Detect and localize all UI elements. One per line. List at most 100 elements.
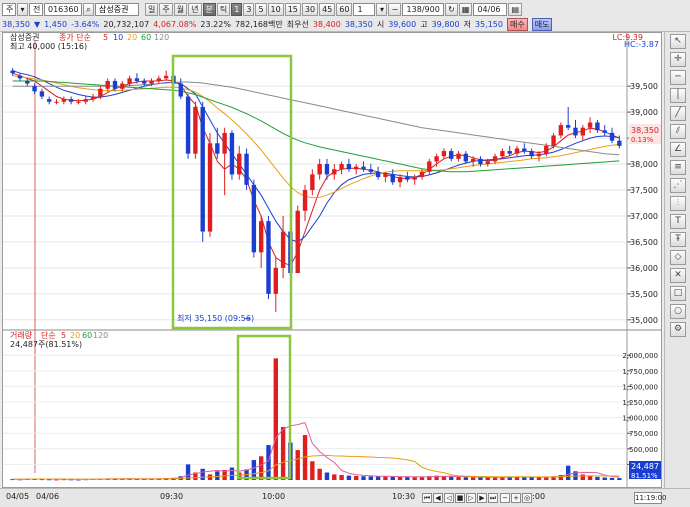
volume-current: 24,487주(81.51%) bbox=[10, 340, 82, 349]
scroll-right-end-icon[interactable]: ⏭ bbox=[488, 493, 498, 503]
tab-tick[interactable]: 틱 bbox=[216, 2, 231, 16]
tab-year[interactable]: 년 bbox=[188, 2, 202, 16]
minute-60-button[interactable]: 60 bbox=[336, 2, 353, 16]
scroll-left-icon[interactable]: ◀ bbox=[433, 493, 443, 503]
low-arrow-icon: → bbox=[244, 314, 251, 323]
price-panel-title: 삼성증권 bbox=[10, 33, 39, 42]
minute-45-button[interactable]: 45 bbox=[319, 2, 336, 16]
tab-minute[interactable]: 분 bbox=[202, 2, 216, 16]
ma20-label: 20 bbox=[127, 33, 137, 42]
zoom-in-icon[interactable]: + bbox=[511, 493, 521, 503]
market-select[interactable]: 전 bbox=[29, 2, 43, 16]
cursor-icon[interactable]: ↖ bbox=[670, 34, 686, 49]
zoom-reset-icon[interactable]: ◎ bbox=[522, 493, 532, 503]
candle-body bbox=[61, 99, 67, 102]
candle-body bbox=[354, 166, 359, 170]
text-icon[interactable]: T bbox=[670, 214, 686, 229]
ma60-label: 60 bbox=[141, 33, 151, 42]
volume-bar bbox=[529, 477, 534, 480]
chart-area[interactable]: 35,000 35,500 36,000 36,500 37,000 37,500 38,0… bbox=[2, 32, 662, 488]
count-field[interactable]: 138/900 bbox=[402, 2, 445, 16]
candle-body bbox=[346, 164, 352, 170]
chart-type-select[interactable]: 주 bbox=[2, 2, 16, 16]
cycle-line-icon[interactable]: ⫶ bbox=[670, 196, 686, 211]
candle-body bbox=[434, 156, 439, 162]
sell-button[interactable]: 매도 bbox=[531, 17, 553, 31]
minus-icon[interactable]: − bbox=[388, 2, 402, 16]
volume-bar bbox=[229, 467, 235, 480]
candle-body bbox=[485, 161, 490, 165]
volume-bar bbox=[456, 477, 461, 480]
candle-body bbox=[10, 70, 15, 74]
ma5-label: 5 bbox=[103, 33, 108, 42]
volume-ma20-line bbox=[12, 454, 620, 480]
fibonacci-icon[interactable]: ≡ bbox=[670, 160, 686, 175]
date-input[interactable]: 04/06 bbox=[473, 2, 508, 16]
trend-line-icon[interactable]: ╱ bbox=[670, 106, 686, 121]
minute-15-button[interactable]: 15 bbox=[284, 2, 301, 16]
buy-button[interactable]: 매수 bbox=[506, 17, 528, 31]
minute-10-button[interactable]: 10 bbox=[267, 2, 284, 16]
parallel-line-icon[interactable]: ⫽ bbox=[670, 124, 686, 139]
volume-bar-series bbox=[10, 358, 622, 481]
scroll-right-icon[interactable]: ▶ bbox=[477, 493, 487, 503]
candle-body bbox=[310, 174, 315, 190]
minute-5-button[interactable]: 5 bbox=[255, 2, 267, 16]
stock-name-field[interactable]: 삼성증권 bbox=[95, 2, 139, 16]
tab-week[interactable]: 주 bbox=[159, 2, 173, 16]
best-bid: 38,350 bbox=[344, 19, 373, 29]
tab-month[interactable]: 월 bbox=[173, 2, 188, 16]
volume-tick-label: 2,000,000 bbox=[622, 352, 658, 360]
stop-icon[interactable]: ■ bbox=[455, 493, 465, 503]
volume-bar bbox=[595, 476, 600, 480]
ma120-label: 120 bbox=[154, 33, 169, 42]
fan-line-icon[interactable]: ⋰ bbox=[670, 178, 686, 193]
settings-icon[interactable]: ⚙ bbox=[670, 322, 686, 337]
candle-body bbox=[163, 75, 169, 79]
eraser-icon[interactable]: ◇ bbox=[670, 250, 686, 265]
horizontal-line-icon[interactable]: ─ bbox=[670, 70, 686, 85]
price-change-pct: -3.64% bbox=[71, 19, 100, 29]
end-time-field[interactable]: 11:19:00 bbox=[634, 492, 666, 504]
minute-3-button[interactable]: 3 bbox=[243, 2, 255, 16]
calendar-icon[interactable]: ▦ bbox=[458, 2, 473, 16]
candle-body bbox=[134, 78, 140, 81]
candle-body bbox=[587, 122, 593, 128]
candle-body bbox=[470, 158, 476, 162]
candle-body bbox=[237, 153, 242, 175]
refresh-icon[interactable]: ↻ bbox=[445, 2, 458, 16]
label-text-icon[interactable]: Ŧ bbox=[670, 232, 686, 247]
interval-input[interactable]: 1 bbox=[353, 2, 376, 16]
candle-body bbox=[514, 148, 520, 154]
minute-1-button[interactable]: 1 bbox=[231, 2, 243, 16]
angle-line-icon[interactable]: ∠ bbox=[670, 142, 686, 157]
chart-canvas[interactable]: 35,000 35,500 36,000 36,500 37,000 37,500 38,0… bbox=[3, 33, 661, 487]
volume-bar bbox=[441, 476, 447, 480]
crosshair-icon[interactable]: ✛ bbox=[670, 52, 686, 67]
grid-icon[interactable]: ▤ bbox=[508, 2, 522, 16]
volume-bar bbox=[295, 450, 300, 480]
scroll-left-step-icon[interactable]: ◁ bbox=[444, 493, 454, 503]
best-ask-label: 최우선 bbox=[286, 19, 309, 29]
tab-day[interactable]: 일 bbox=[145, 2, 159, 16]
search-icon[interactable]: ⌕ bbox=[83, 2, 94, 16]
time-axis-label: 10:00 bbox=[262, 492, 286, 501]
current-price: 38,350 bbox=[2, 19, 30, 29]
ellipse-icon[interactable]: ○ bbox=[670, 304, 686, 319]
vertical-line-icon[interactable]: │ bbox=[670, 88, 686, 103]
scroll-right-step-icon[interactable]: ▷ bbox=[466, 493, 476, 503]
chart-type-dropdown-icon[interactable]: ▾ bbox=[17, 2, 28, 16]
time-axis-bar: 04/05 04/06 09:30 10:00 10:30 11:00 ⏮ ◀ ◁ ■ ▷… bbox=[0, 488, 690, 507]
candle-body bbox=[251, 184, 257, 253]
zoom-out-icon[interactable]: − bbox=[500, 493, 510, 503]
interval-dropdown-icon[interactable]: ▾ bbox=[376, 2, 388, 16]
delete-icon[interactable]: ✕ bbox=[670, 268, 686, 283]
rectangle-icon[interactable]: □ bbox=[670, 286, 686, 301]
minute-30-button[interactable]: 30 bbox=[301, 2, 319, 16]
volume-bar bbox=[602, 477, 607, 480]
low-label: 저 bbox=[463, 19, 471, 29]
stock-code-input[interactable]: 016360 bbox=[44, 2, 82, 16]
candle-body bbox=[529, 151, 534, 157]
scroll-left-end-icon[interactable]: ⏮ bbox=[422, 493, 432, 503]
candle-body bbox=[185, 96, 191, 154]
